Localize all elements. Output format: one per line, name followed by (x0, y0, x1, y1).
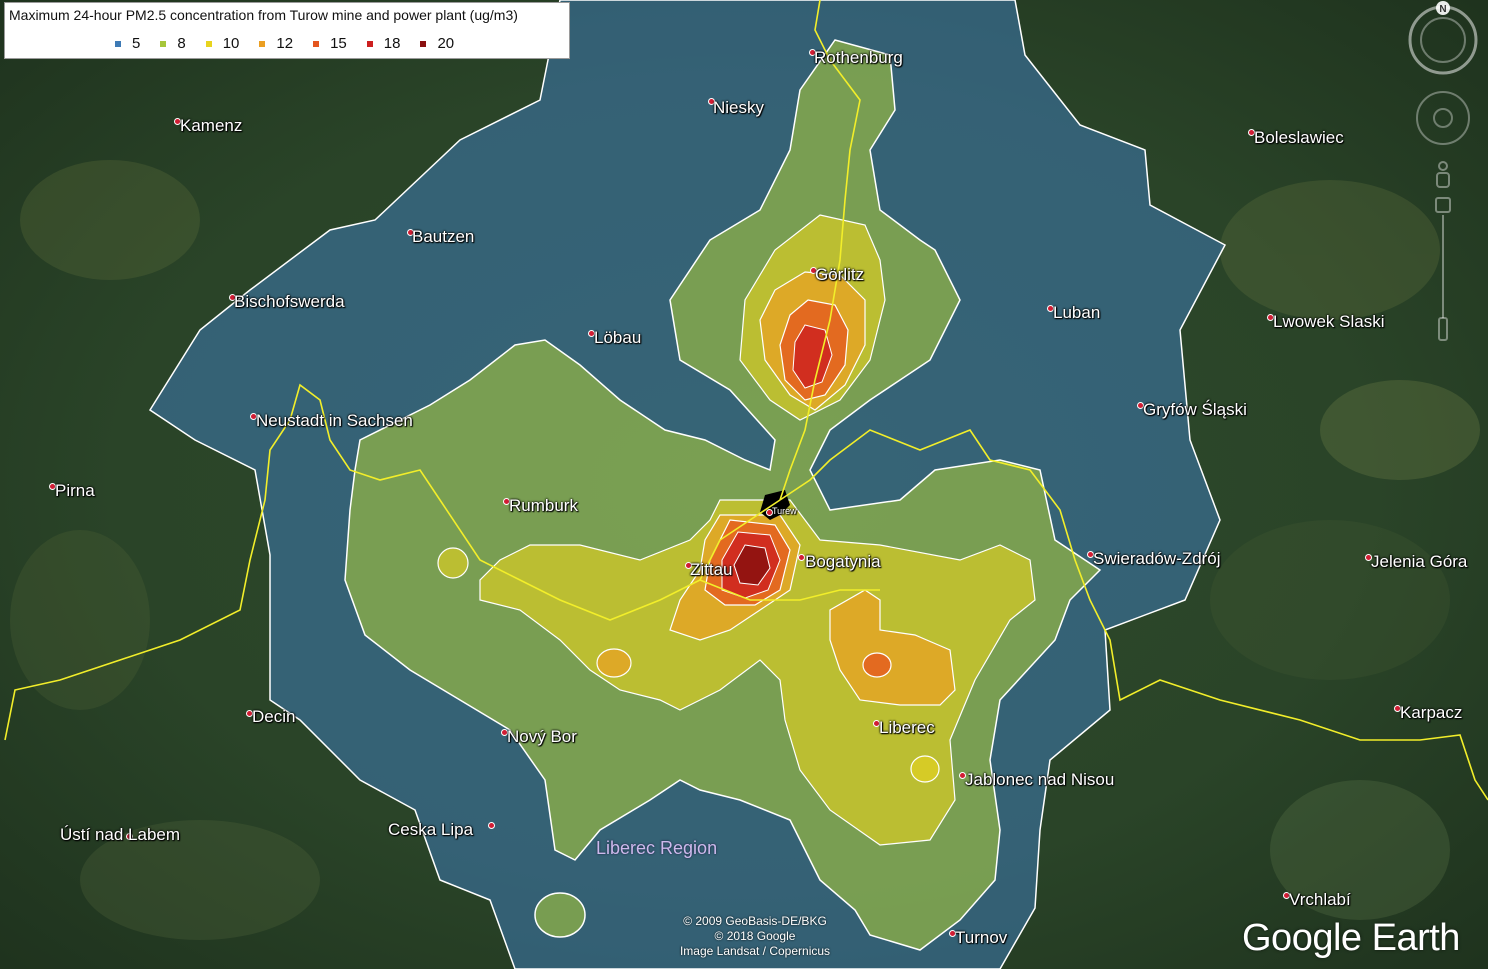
contour-8-island (534, 892, 586, 938)
attribution: © 2009 GeoBasis-DE/BKG © 2018 Google Ima… (640, 914, 870, 959)
contour-15-island (862, 652, 892, 678)
place-label-jelenia-gora[interactable]: Jelenia Góra (1371, 552, 1467, 572)
legend-item: 18 (366, 35, 400, 52)
place-label-zittau[interactable]: Zittau (690, 560, 733, 580)
person-icon[interactable] (1436, 161, 1450, 188)
legend-item: 5 (115, 35, 140, 52)
place-label-niesky[interactable]: Niesky (713, 98, 764, 118)
attribution-line: © 2009 GeoBasis-DE/BKG (683, 914, 827, 928)
place-label-gorlitz[interactable]: Görlitz (815, 265, 864, 285)
place-label-rumburk[interactable]: Rumburk (509, 496, 578, 516)
legend-swatch (259, 40, 266, 47)
place-label-karpacz[interactable]: Karpacz (1400, 703, 1462, 723)
place-label-decin[interactable]: Decin (252, 707, 295, 727)
navigation-controls[interactable]: N (1404, 0, 1488, 360)
place-label-ceska-lipa[interactable]: Ceska Lipa (388, 820, 473, 840)
place-label-rothenburg[interactable]: Rothenburg (814, 48, 903, 68)
place-dot (798, 554, 805, 561)
place-label-pirna[interactable]: Pirna (55, 481, 95, 501)
place-label-neustadt[interactable]: Neustadt in Sachsen (256, 411, 413, 431)
contour-12-island (596, 648, 632, 678)
look-joystick-icon[interactable] (1416, 91, 1470, 145)
place-label-bautzen[interactable]: Bautzen (412, 227, 474, 247)
legend-item: 8 (160, 35, 186, 52)
place-label-kamenz[interactable]: Kamenz (180, 116, 242, 136)
legend-item: 12 (259, 35, 293, 52)
place-label-bischofswerda[interactable]: Bischofswerda (234, 292, 345, 312)
place-label-vrchlabi[interactable]: Vrchlabí (1289, 890, 1351, 910)
compass-letter: N (1439, 4, 1446, 15)
place-label-liberec[interactable]: Liberec (879, 718, 935, 738)
legend-item: 10 (205, 35, 239, 52)
place-dot (488, 822, 495, 829)
place-label-turnov[interactable]: Turnov (955, 928, 1007, 948)
place-label-swieradow[interactable]: Swieradów-Zdrój (1093, 549, 1221, 569)
legend-swatch (160, 40, 167, 47)
place-label-usti[interactable]: Ústí nad Labem (60, 825, 180, 845)
place-label-turew[interactable]: Turew (772, 506, 797, 516)
legend-swatch (205, 40, 212, 47)
place-label-jablonec[interactable]: Jablonec nad Nisou (965, 770, 1114, 790)
legend-items: 5 8 10 12 15 18 20 (115, 35, 474, 52)
legend: Maximum 24-hour PM2.5 concentration from… (4, 2, 570, 59)
legend-swatch (366, 40, 373, 47)
legend-title: Maximum 24-hour PM2.5 concentration from… (9, 7, 518, 23)
place-label-gryfow-slaski[interactable]: Gryfów Śląski (1143, 400, 1247, 420)
zoom-slider[interactable] (1435, 197, 1451, 341)
place-label-lobau[interactable]: Löbau (594, 328, 641, 348)
place-label-lwowek-slaski[interactable]: Lwowek Slaski (1273, 312, 1385, 332)
google-earth-logo: Google Earth (1242, 917, 1460, 959)
legend-item: 15 (313, 35, 347, 52)
attribution-line: © 2018 Google (714, 929, 796, 943)
place-label-novy-bor[interactable]: Nový Bor (507, 727, 577, 747)
compass-icon[interactable]: N (1408, 1, 1478, 75)
contour-10-island-2 (910, 755, 940, 783)
legend-swatch (313, 40, 320, 47)
place-label-boleslawiec[interactable]: Boleslawiec (1254, 128, 1344, 148)
attribution-line: Image Landsat / Copernicus (679, 944, 831, 958)
place-label-luban[interactable]: Luban (1053, 303, 1100, 323)
place-label-bogatynia[interactable]: Bogatynia (805, 552, 881, 572)
legend-swatch (420, 40, 427, 47)
region-label: Liberec Region (596, 838, 718, 858)
legend-item: 20 (420, 35, 454, 52)
contour-10-island (437, 547, 469, 579)
legend-swatch (115, 40, 121, 47)
